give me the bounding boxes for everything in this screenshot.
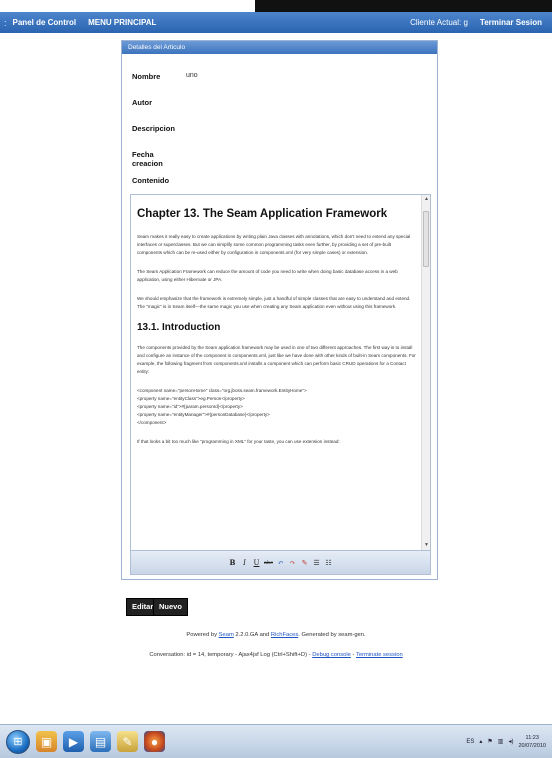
debug-console-link[interactable]: Debug console [312, 652, 351, 658]
field-autor: Autor [132, 98, 427, 124]
clock-date: 20/07/2010 [518, 742, 546, 749]
panel-header: Detalles del Articulo [122, 41, 437, 54]
editor-body[interactable]: Chapter 13. The Seam Application Framewo… [131, 195, 422, 550]
strikethrough-button[interactable]: abc [264, 558, 273, 568]
editor-paragraph: Seam makes it really easy to create appl… [137, 234, 411, 255]
menubar-right: Cliente Actual: g Terminar Sesion [404, 18, 552, 27]
editor-code-block: <component name="personHome" class="org.… [137, 387, 416, 427]
richfaces-link[interactable]: RichFaces [271, 632, 298, 638]
conversation-text: Conversation: id = 14, temporary - Ajax4… [149, 652, 311, 658]
field-label: Contenido [132, 176, 170, 185]
editor-paragraph: We should emphasize that the framework i… [137, 296, 411, 309]
field-label: Nombre [132, 72, 161, 81]
field-fecha-creacion: Fecha creacion [132, 150, 427, 176]
footer-separator: - [352, 652, 355, 658]
explorer-icon[interactable]: ▣ [36, 731, 57, 752]
tray-arrow-icon[interactable]: ▴ [479, 738, 482, 745]
footer-text: Powered by [186, 632, 217, 638]
editor-section-heading: 13.1. Introduction [137, 322, 221, 333]
media-player-icon[interactable]: ▶ [63, 731, 84, 752]
italic-button[interactable]: I [240, 558, 249, 568]
bullet-list-icon[interactable]: ☰ [312, 558, 321, 568]
terminate-session-link[interactable]: Terminate session [356, 652, 403, 658]
menu-principal[interactable]: MENU PRINCIPAL [82, 18, 162, 27]
app-menubar: : Panel de Control MENU PRINCIPAL Client… [0, 12, 552, 33]
start-button-icon[interactable]: ⊞ [6, 729, 30, 754]
menubar-left: : Panel de Control MENU PRINCIPAL [0, 18, 162, 28]
browser-top-bar [255, 0, 552, 12]
footer-text: 2.2.0.GA and [235, 632, 270, 638]
network-icon[interactable]: ▥ [498, 738, 504, 745]
system-tray: ES ▴ ⚑ ▥ ◂) 11:23 20/07/2010 [466, 734, 552, 750]
code-line: </component> [137, 420, 167, 425]
browser-top-strip [0, 0, 552, 12]
underline-button[interactable]: U [252, 558, 261, 568]
editor-toolbar: B I U abc ↶ ↷ ✎ ☰ ☷ [131, 550, 430, 574]
code-line: <component name="personHome" class="org.… [137, 388, 307, 393]
menu-panel-de-control[interactable]: Panel de Control [7, 18, 83, 27]
code-line: <property name="entityManager">#{personD… [137, 412, 270, 417]
footer-text: . Generated by seam-gen. [298, 632, 366, 638]
field-label: Descripcion [132, 124, 175, 133]
article-fields: Nombre uno Autor Descripcion Fecha creac… [122, 54, 437, 202]
article-details-panel: Detalles del Articulo Nombre uno Autor D… [121, 40, 438, 580]
code-line: <property name="id">#{param.personId}</p… [137, 404, 243, 409]
field-nombre: Nombre uno [132, 72, 427, 98]
clean-format-icon[interactable]: ✎ [300, 558, 309, 568]
new-button[interactable]: Nuevo [153, 598, 188, 616]
scroll-thumb[interactable] [423, 211, 429, 267]
field-value: uno [186, 72, 198, 79]
scroll-down-icon[interactable]: ▼ [422, 541, 431, 550]
menubar-dots: : [4, 17, 7, 28]
code-line: <property name="entityClass">eg.Person</… [137, 396, 245, 401]
undo-icon[interactable]: ↶ [276, 558, 285, 568]
bold-button[interactable]: B [228, 558, 237, 568]
seam-link[interactable]: Seam [219, 632, 234, 638]
language-indicator[interactable]: ES [466, 739, 474, 745]
editor-paragraph: If that looks a bit too much like "progr… [137, 439, 340, 444]
numbered-list-icon[interactable]: ☷ [324, 558, 333, 568]
field-descripcion: Descripcion [132, 124, 427, 150]
field-label: Fecha creacion [132, 150, 163, 168]
firefox-icon[interactable]: ● [144, 731, 165, 752]
content-editor[interactable]: Chapter 13. The Seam Application Framewo… [130, 194, 431, 575]
editor-chapter-heading: Chapter 13. The Seam Application Framewo… [137, 208, 388, 220]
clock-time: 11:23 [525, 734, 539, 741]
footer-powered-by: Powered by Seam 2.2.0.GA and RichFaces. … [0, 632, 552, 638]
tray-flag-icon[interactable]: ⚑ [487, 738, 492, 745]
volume-icon[interactable]: ◂) [508, 738, 513, 745]
document-app-icon[interactable]: ▤ [90, 731, 111, 752]
os-taskbar: ⊞ ▣ ▶ ▤ ✎ ● ES ▴ ⚑ ▥ ◂) 11:23 20/07/2010 [0, 724, 552, 758]
scroll-up-icon[interactable]: ▲ [422, 195, 431, 204]
redo-icon[interactable]: ↷ [288, 558, 297, 568]
current-client-label: Cliente Actual: g [410, 18, 468, 27]
footer-conversation: Conversation: id = 14, temporary - Ajax4… [0, 652, 552, 658]
editor-paragraph: The components provided by the Seam appl… [137, 345, 416, 374]
logout-link[interactable]: Terminar Sesion [474, 18, 548, 27]
editor-paragraph: The Seam Application Framework can reduc… [137, 269, 398, 282]
editor-scrollbar[interactable]: ▲ ▼ [421, 195, 430, 550]
field-label: Autor [132, 98, 152, 107]
pencil-app-icon[interactable]: ✎ [117, 731, 138, 752]
system-clock[interactable]: 11:23 20/07/2010 [518, 734, 546, 750]
